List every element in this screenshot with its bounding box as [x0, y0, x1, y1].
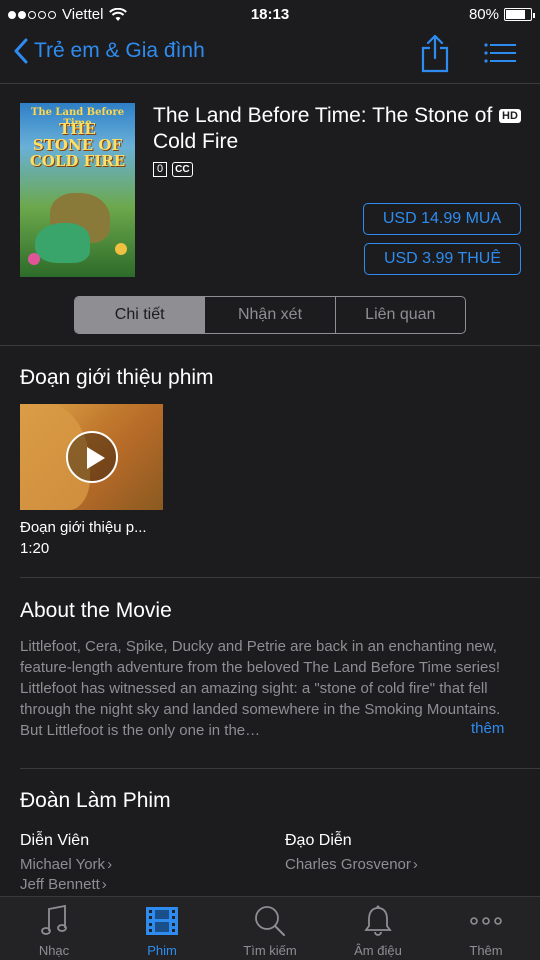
chevron-right-icon: ›: [412, 856, 418, 873]
director-label: Đạo Diễn: [285, 832, 352, 849]
movie-title: The Land Before Time: The Stone of Cold …: [153, 104, 493, 153]
status-time: 18:13: [250, 6, 290, 23]
poster-subtitle: THE STONE OF COLD FIRE: [20, 121, 135, 169]
list-icon[interactable]: [484, 42, 516, 64]
battery-percent: 80%: [468, 6, 499, 23]
section-divider: [20, 768, 540, 769]
poster-dinosaur: [35, 223, 90, 263]
tab-reviews[interactable]: Nhận xét: [204, 297, 334, 333]
director-link[interactable]: Charles Grosvenor ›: [285, 856, 418, 873]
section-divider: [20, 577, 540, 578]
movie-poster: The Land Before Time THE STONE OF COLD F…: [20, 103, 135, 277]
poster-flower: [28, 253, 40, 265]
actor-name: Jeff Bennett: [20, 876, 100, 893]
trailer-section-title: Đoạn giới thiệu phim: [20, 366, 214, 389]
section-divider: [0, 345, 540, 346]
tab-related[interactable]: Liên quan: [334, 297, 465, 333]
tab-label: Thêm: [469, 943, 503, 958]
about-text: Littlefoot, Cera, Spike, Ducky and Petri…: [20, 638, 501, 739]
tab-ringtones[interactable]: Âm điệu: [324, 897, 432, 960]
trailer-thumbnail[interactable]: [20, 404, 163, 510]
segmented-control: Chi tiết Nhận xét Liên quan: [74, 296, 466, 334]
battery-icon: [504, 8, 535, 21]
tab-movies[interactable]: Phim: [108, 897, 216, 960]
actor-link[interactable]: Jeff Bennett ›: [20, 876, 107, 893]
crew-section-title: Đoàn Làm Phim: [20, 789, 171, 812]
navigation-bar: Trẻ em & Gia đình: [0, 30, 540, 84]
more-icon: [466, 903, 506, 939]
tab-details[interactable]: Chi tiết: [75, 297, 205, 333]
hd-badge: HD: [499, 109, 521, 123]
poster-subtitle-line: STONE OF: [32, 136, 123, 154]
rent-button[interactable]: USD 3.99 THUÊ: [364, 243, 521, 275]
tab-label: Tìm kiếm: [243, 943, 297, 958]
back-label: Trẻ em & Gia đình: [34, 39, 205, 62]
closed-caption-badge: CC: [172, 162, 193, 177]
poster-subtitle-line: COLD FIRE: [29, 152, 126, 170]
trailer-name: Đoạn giới thiệu p...: [20, 519, 147, 536]
movie-badges: 0 CC: [153, 162, 193, 177]
age-rating-badge: 0: [153, 162, 168, 177]
tab-music[interactable]: Nhạc: [0, 897, 108, 960]
tab-bar: Nhạc Phim Tìm kiếm Âm điệu Thêm: [0, 896, 540, 960]
chevron-left-icon: [14, 38, 28, 64]
movie-title-block: The Land Before Time: The Stone of Cold …: [153, 103, 523, 155]
play-icon[interactable]: [66, 431, 118, 483]
about-section-title: About the Movie: [20, 599, 172, 622]
chevron-right-icon: ›: [101, 876, 107, 893]
bell-icon: [358, 903, 398, 939]
chevron-right-icon: ›: [107, 856, 113, 873]
tab-label: Phim: [147, 943, 177, 958]
buy-button[interactable]: USD 14.99 MUA: [363, 203, 521, 235]
more-link[interactable]: thêm: [471, 720, 504, 737]
battery-info: 80%: [468, 6, 535, 23]
back-button[interactable]: Trẻ em & Gia đình: [14, 38, 205, 64]
tab-search[interactable]: Tìm kiếm: [216, 897, 324, 960]
status-bar: Viettel 18:13 80%: [0, 0, 540, 30]
trailer-duration: 1:20: [20, 540, 50, 557]
actor-name: Michael York: [20, 856, 106, 873]
share-icon[interactable]: [420, 34, 450, 74]
poster-subtitle-line: THE: [59, 120, 96, 138]
actor-link[interactable]: Michael York ›: [20, 856, 112, 873]
film-icon: [142, 903, 182, 939]
poster-flower: [115, 243, 127, 255]
search-icon: [250, 903, 290, 939]
actors-label: Diễn Viên: [20, 832, 90, 849]
director-name: Charles Grosvenor: [285, 856, 411, 873]
tab-more[interactable]: Thêm: [432, 897, 540, 960]
music-note-icon: [34, 903, 74, 939]
tab-label: Âm điệu: [354, 943, 402, 958]
tab-label: Nhạc: [38, 943, 70, 958]
